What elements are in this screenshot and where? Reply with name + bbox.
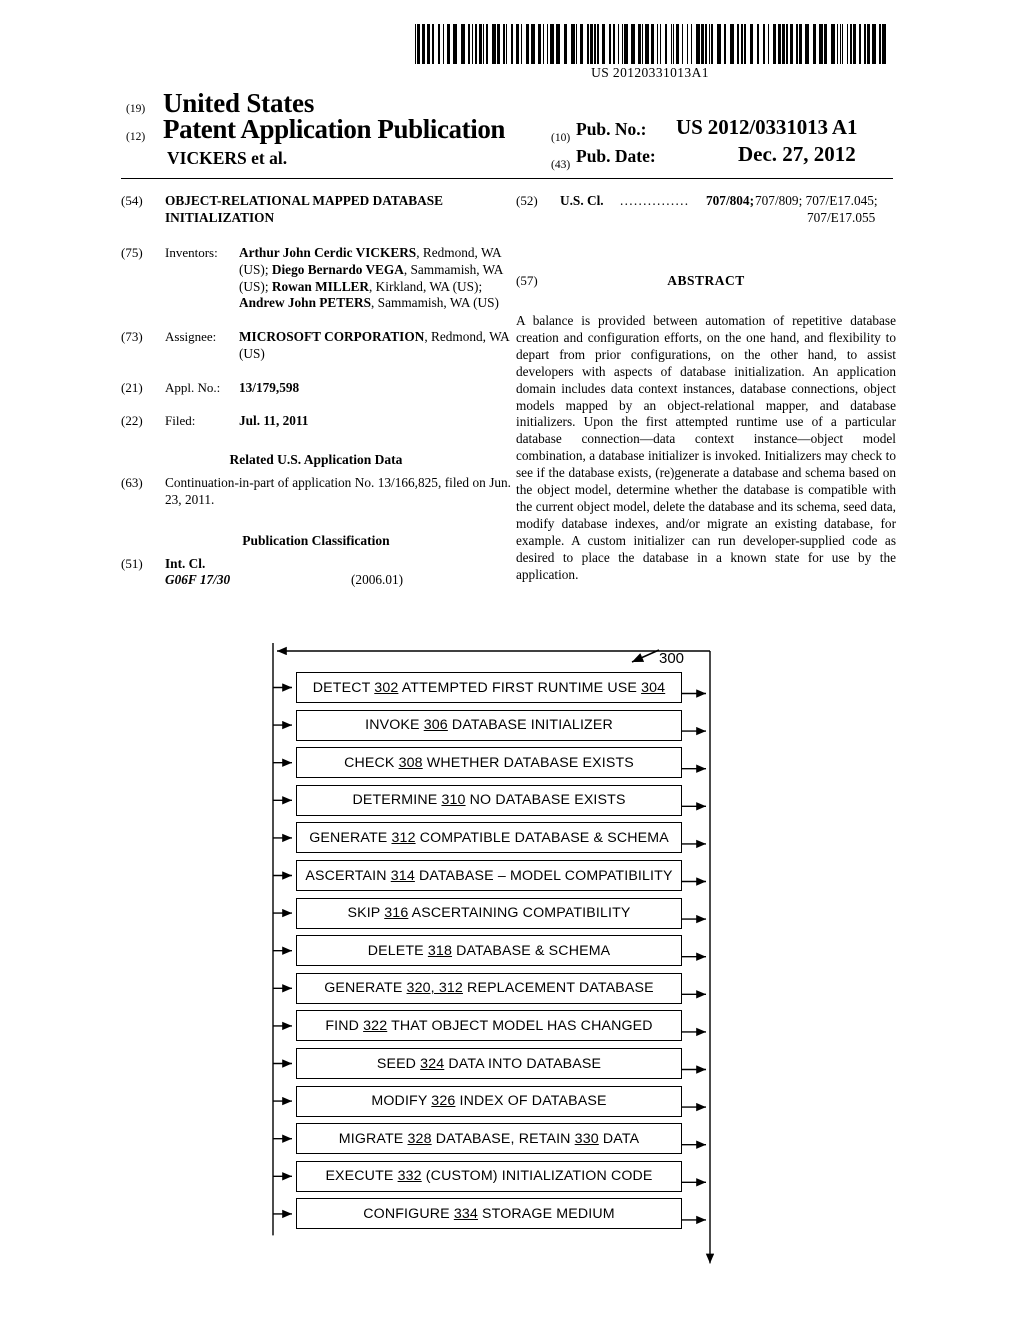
flowchart-box-ascertain-314[interactable]: ASCERTAIN 314 DATABASE – MODEL COMPATIBI… [296,860,682,891]
pub-no-inid-code: (10) [551,132,571,144]
us-cl-inid-code: (52) [516,193,538,208]
filed-inid-code: (22) [121,412,143,428]
flowchart-box-configure-334[interactable]: CONFIGURE 334 STORAGE MEDIUM [296,1198,682,1230]
flowchart-box-label: INVOKE 306 DATABASE INITIALIZER [365,717,613,734]
appl-no-value: 13/179,598 [239,379,300,395]
field-appl-no: (21) Appl. No.: 13/179,598 [121,380,511,396]
flowchart-box-label: SEED 324 DATA INTO DATABASE [376,1055,602,1072]
flowchart-box-label: MODIFY 326 INDEX OF DATABASE [371,1093,607,1110]
us-cl-primary-class: 707/804; [706,193,755,208]
assignee-label: Assignee: [165,329,217,345]
filed-label: Filed: [165,412,196,428]
flowchart-box-execute-332[interactable]: EXECUTE 332 (CUSTOM) INITIALIZATION CODE [296,1160,682,1192]
country-inid-code: (19) [126,103,146,115]
us-cl-leader-dots: ............... [620,193,690,208]
flowchart-box-label: FIND 322 THAT OBJECT MODEL HAS CHANGED [325,1017,653,1034]
int-cl-version: (2006.01) [351,572,404,588]
barcode-bars [415,24,886,64]
ref-300-leader [631,649,660,663]
flowchart-box-label: CHECK 308 WHETHER DATABASE EXISTS [344,754,634,771]
assignee-value: MICROSOFT CORPORATION, Redmond, WA (US) [239,329,510,361]
us-cl-secondary-classes: 707/809; 707/E17.045; [755,193,878,208]
pub-date-value: Dec. 27, 2012 [738,142,856,166]
doc-type-inid-code: (12) [126,131,146,143]
field-related-application: (63) Continuation-in-part of application… [121,475,511,509]
us-cl-classes-line-2: 707/E17.055 [807,210,876,225]
int-cl-code: G06F 17/30 [165,572,231,588]
flowchart-box-migrate-328[interactable]: MIGRATE 328 DATABASE, RETAIN 330 DATA [296,1123,682,1155]
barcode-area: US 20120331013A1 [413,24,887,80]
field-int-cl: (51) Int. Cl. G06F 17/30 (2006.01) [121,556,511,589]
flowchart-box-modify-326[interactable]: MODIFY 326 INDEX OF DATABASE [296,1085,682,1117]
inventors-inid-code: (75) [121,245,143,260]
document-type-title: Patent Application Publication [163,114,506,144]
flowchart-box-label: SKIP 316 ASCERTAINING COMPATIBILITY [347,905,631,922]
biblio-right-column: (52) U.S. Cl. ............... 707/804; 7… [516,193,896,584]
int-cl-inid-code: (51) [121,556,143,572]
related-application-data-heading: Related U.S. Application Data [229,451,403,467]
invention-title: OBJECT-RELATIONAL MAPPED DATABASE INITIA… [165,193,444,225]
appl-no-label: Appl. No.: [165,379,221,395]
flowchart-box-label: DETERMINE 310 NO DATABASE EXISTS [352,792,626,809]
pub-no-label: Pub. No.: [576,119,647,139]
flowchart-box-label: GENERATE 320, 312 REPLACEMENT DATABASE [324,980,654,997]
pub-date-label: Pub. Date: [576,146,656,166]
figure-reference-numeral: 300 [659,650,685,667]
flowchart-box-delete-318[interactable]: DELETE 318 DATABASE & SCHEMA [296,935,682,967]
flowchart-box-check-308[interactable]: CHECK 308 WHETHER DATABASE EXISTS [296,747,682,779]
flowchart-box-generate-320-312[interactable]: GENERATE 320, 312 REPLACEMENT DATABASE [296,972,682,1004]
biblio-left-column: (54) OBJECT-RELATIONAL MAPPED DATABASE I… [121,193,511,599]
flowchart-box-label: DELETE 318 DATABASE & SCHEMA [367,942,611,959]
figure-300-flowchart: 300 DETECT 302 ATTEMPTED FIRST RUNTIME U… [0,620,1024,1300]
flowchart-box-invoke-306[interactable]: INVOKE 306 DATABASE INITIALIZER [296,709,682,741]
filed-value: Jul. 11, 2011 [239,412,309,428]
barcode-number: US 20120331013A1 [591,65,709,80]
flowchart-box-label: ASCERTAIN 314 DATABASE – MODEL COMPATIBI… [305,867,673,884]
header-divider-rule [121,178,893,179]
flowchart-box-label: CONFIGURE 334 STORAGE MEDIUM [363,1205,615,1222]
publication-classification-heading: Publication Classification [242,533,390,549]
flowchart-box-find-322[interactable]: FIND 322 THAT OBJECT MODEL HAS CHANGED [296,1010,682,1042]
abstract-label: ABSTRACT [667,273,745,288]
flowchart-box-skip-316[interactable]: SKIP 316 ASCERTAINING COMPATIBILITY [296,897,682,929]
flowchart-box-seed-324[interactable]: SEED 324 DATA INTO DATABASE [296,1048,682,1079]
document-header: (19) United States (12) Patent Applicati… [0,86,1024,171]
related-application-text: Continuation-in-part of application No. … [165,474,511,507]
field-inventors: (75) Inventors: Arthur John Cerdic VICKE… [121,245,511,312]
related-inid-code: (63) [121,474,143,490]
field-filed: (22) Filed: Jul. 11, 2011 [121,413,511,429]
title-inid-code: (54) [121,193,143,208]
applicant-name: VICKERS et al. [167,148,288,168]
flowchart-box-detect-302[interactable]: DETECT 302 ATTEMPTED FIRST RUNTIME USE 3… [296,672,682,703]
inventors-list: Arthur John Cerdic VICKERS, Redmond, WA … [239,245,503,311]
appl-no-inid-code: (21) [121,379,143,395]
int-cl-entry: G06F 17/30 (2006.01) [165,572,511,589]
pub-date-inid-code: (43) [551,159,571,171]
flowchart-box-label: MIGRATE 328 DATABASE, RETAIN 330 DATA [338,1130,640,1147]
us-cl-label: U.S. Cl. [560,193,604,208]
flowchart-box-label: DETECT 302 ATTEMPTED FIRST RUNTIME USE 3… [312,679,666,696]
field-us-cl: (52) U.S. Cl. ............... 707/804; 7… [516,193,896,229]
pub-no-value: US 2012/0331013 A1 [676,115,858,139]
field-title: (54) OBJECT-RELATIONAL MAPPED DATABASE I… [121,193,511,226]
inventors-label: Inventors: [165,245,218,260]
flowchart-box-label: EXECUTE 332 (CUSTOM) INITIALIZATION CODE [325,1168,653,1185]
flowchart-box-generate-312[interactable]: GENERATE 312 COMPATIBLE DATABASE & SCHEM… [296,822,682,854]
flowchart-box-label: GENERATE 312 COMPATIBLE DATABASE & SCHEM… [309,829,669,846]
flowchart-box-determine-310[interactable]: DETERMINE 310 NO DATABASE EXISTS [296,784,682,816]
int-cl-label: Int. Cl. [165,556,206,572]
abstract-heading: (57) ABSTRACT [516,273,896,297]
assignee-inid-code: (73) [121,329,143,345]
field-assignee: (73) Assignee: MICROSOFT CORPORATION, Re… [121,329,511,363]
abstract-text: A balance is provided between automation… [516,313,896,582]
